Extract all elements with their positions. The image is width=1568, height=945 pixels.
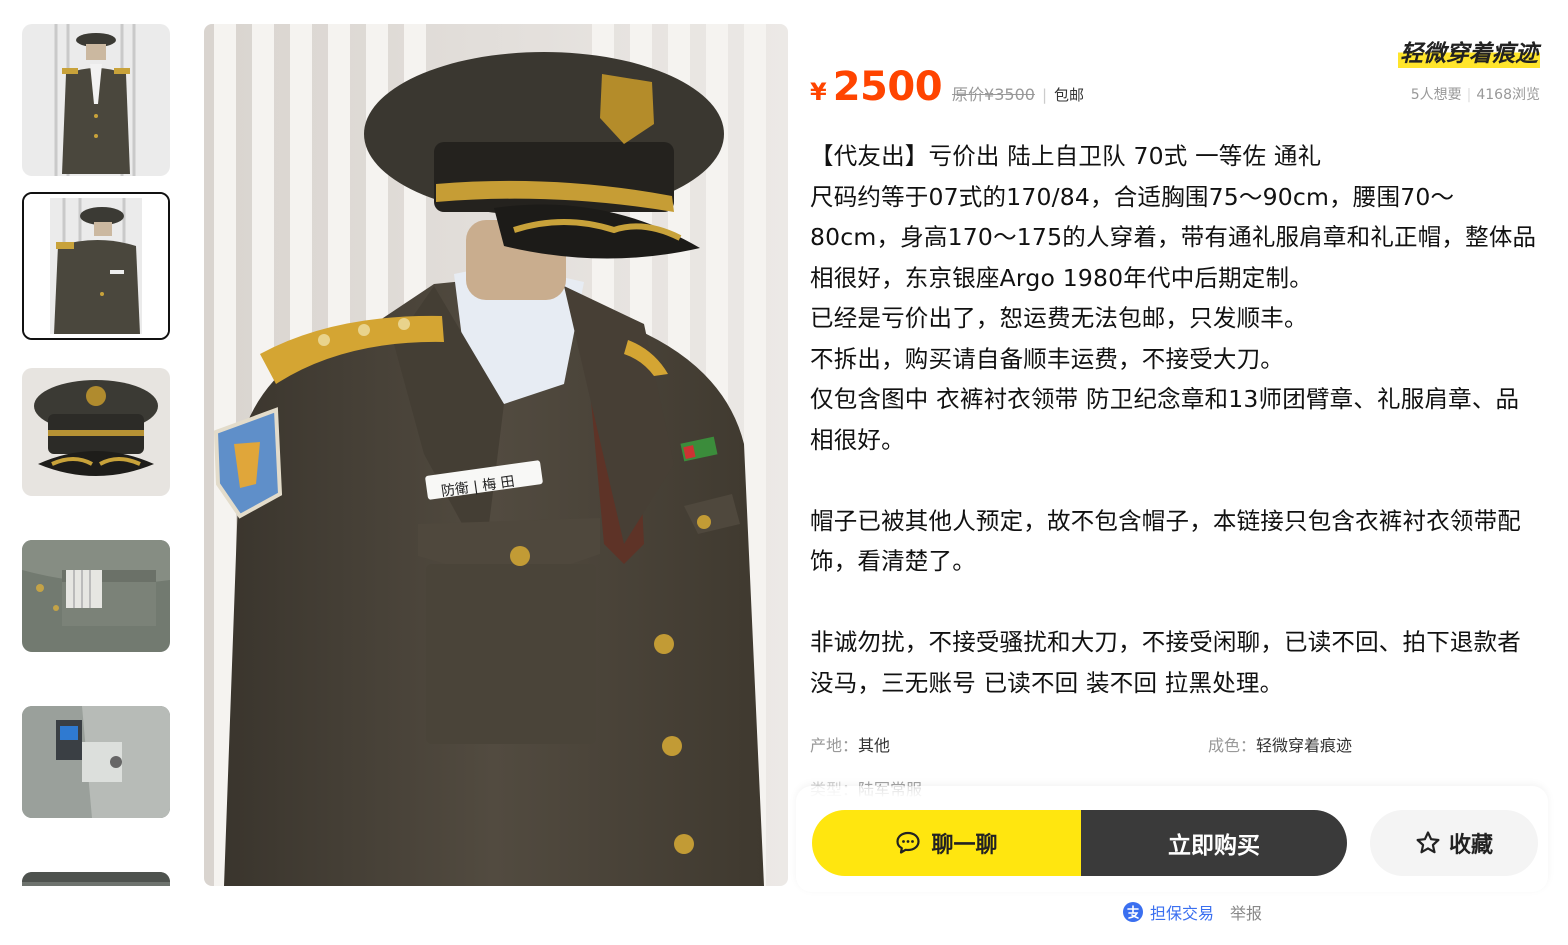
thumb-uniform-side[interactable]	[22, 192, 170, 340]
favorite-label: 收藏	[1448, 833, 1493, 858]
purchase-button-group: 聊一聊 立即购买	[812, 810, 1347, 876]
views-count: 4168浏览	[1476, 87, 1540, 103]
description-line: 仅包含图中 衣裤衬衣领带 防卫纪念章和13师团臂章、礼服肩章、品相很好。	[810, 385, 1520, 454]
attr-condition: 成色：轻微穿着痕迹	[1208, 732, 1352, 756]
attr-condition-value: 轻微穿着痕迹	[1256, 736, 1353, 755]
star-icon	[1416, 831, 1440, 854]
original-price: 原价¥3500	[952, 85, 1035, 104]
main-product-image[interactable]: 防衛 | 梅 田	[204, 24, 788, 886]
thumb-uniform-side-image	[24, 194, 168, 338]
condition-tag: 轻微穿着痕迹	[1398, 34, 1540, 68]
thumb-pocket-detail-image	[22, 540, 170, 652]
favorite-button[interactable]: 收藏	[1370, 810, 1538, 876]
thumbnail-list	[22, 24, 172, 886]
buy-now-button[interactable]: 立即购买	[1081, 810, 1347, 876]
attr-origin-value: 其他	[858, 736, 891, 755]
product-detail-page: 防衛 | 梅 田 轻微穿着痕迹 ¥ 2500 原价¥3500 | 包邮 5人想要…	[0, 0, 1568, 945]
currency-symbol: ¥	[810, 78, 827, 106]
thumb-pocket-detail[interactable]	[22, 540, 170, 652]
chat-button-label: 聊一聊	[931, 833, 998, 858]
chat-button[interactable]: 聊一聊	[812, 810, 1081, 876]
description-line: 不拆出，购买请自备顺丰运费，不接受大刀。	[810, 344, 1284, 373]
thumb-more[interactable]	[22, 872, 170, 886]
price-row: ¥ 2500 原价¥3500 | 包邮	[810, 64, 1084, 110]
thumb-cap[interactable]	[22, 368, 170, 496]
chat-bubble-icon	[896, 831, 921, 854]
thumb-label-detail[interactable]	[22, 706, 170, 818]
alipay-shield-icon	[1123, 902, 1143, 922]
price: 2500	[832, 64, 943, 110]
stats-divider: |	[1466, 87, 1472, 103]
wants-count: 5人想要	[1410, 87, 1462, 103]
thumb-more-image	[22, 872, 170, 886]
footer-links: 担保交易 举报	[1122, 900, 1262, 924]
buy-now-label: 立即购买	[1168, 833, 1260, 859]
report-link[interactable]: 举报	[1230, 900, 1262, 924]
attr-condition-key: 成色：	[1208, 736, 1257, 755]
attr-origin: 产地：其他	[810, 732, 890, 756]
shipping-label: 包邮	[1054, 86, 1085, 104]
guarantee-link[interactable]: 担保交易	[1122, 900, 1214, 924]
uniform-photo: 防衛 | 梅 田	[204, 24, 788, 886]
thumb-label-detail-image	[22, 706, 170, 818]
product-description: 【代友出】亏价出 陆上自卫队 70式 一等佐 通礼 尺码约等于07式的170/8…	[810, 136, 1542, 703]
description-line: 非诚勿扰，不接受骚扰和大刀，不接受闲聊，已读不回、拍下退款者没马，三无账号 已读…	[810, 628, 1521, 697]
description-line: 已经是亏价出了，恕运费无法包邮，只发顺丰。	[810, 304, 1308, 332]
description-line: 【代友出】亏价出 陆上自卫队 70式 一等佐 通礼	[810, 142, 1322, 170]
description-line: 尺码约等于07式的170/84，合适胸围75～90cm，腰围70～80cm，身高…	[810, 182, 1537, 292]
thumb-uniform-front[interactable]	[22, 24, 170, 176]
item-stats: 5人想要 | 4168浏览	[1411, 84, 1540, 104]
attr-origin-key: 产地：	[810, 736, 859, 755]
thumb-cap-image	[22, 368, 170, 496]
thumb-uniform-front-image	[22, 24, 170, 176]
action-bar: 聊一聊 立即购买 收藏	[796, 786, 1548, 892]
description-line: 帽子已被其他人预定，故不包含帽子，本链接只包含衣裤衬衣领带配饰，看清楚了。	[810, 506, 1521, 576]
price-separator: |	[1041, 86, 1047, 104]
guarantee-label: 担保交易	[1150, 904, 1215, 923]
